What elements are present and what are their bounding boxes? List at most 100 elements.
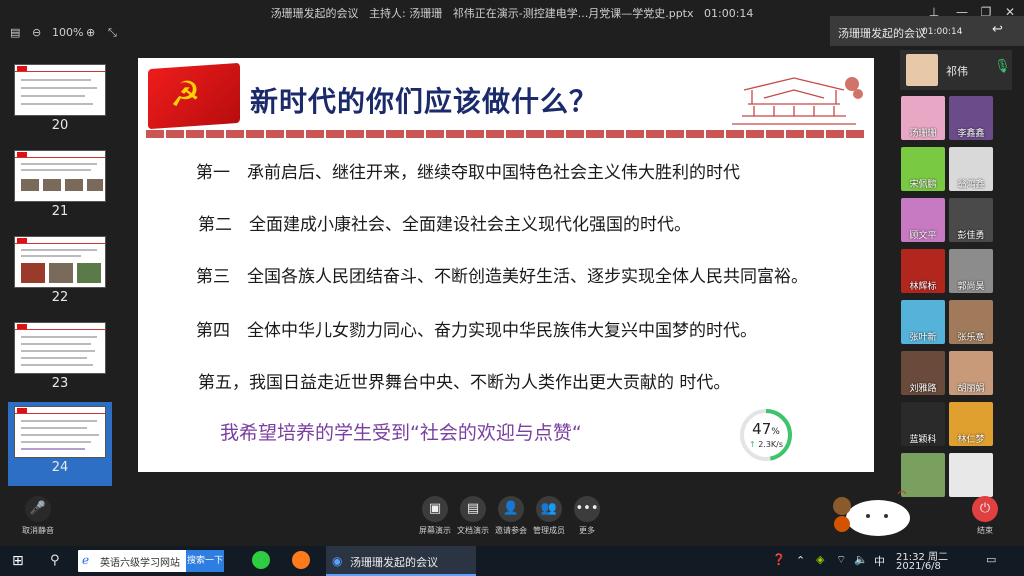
back-icon[interactable]: ↩ xyxy=(992,22,1003,37)
view-toolbar: ▤ ⊖ 100% ⊕ ⤡ xyxy=(0,24,130,44)
popup-time: 01:00:14 xyxy=(922,27,963,37)
search-icon[interactable]: ⚲ xyxy=(50,553,60,568)
decorative-border xyxy=(146,130,866,138)
thumbnail-number: 20 xyxy=(51,118,69,133)
members-icon: 👥 xyxy=(536,496,562,522)
more-icon: ••• xyxy=(574,496,600,522)
participant-tile[interactable]: 胡丽娟 xyxy=(949,351,993,395)
participant-tile[interactable]: 林辉标 xyxy=(901,249,945,293)
elapsed-time: 01:00:14 xyxy=(704,7,754,20)
participant-tile[interactable]: 李鑫鑫 xyxy=(949,96,993,140)
slide-thumbnail-22[interactable]: 22 xyxy=(8,232,112,316)
tray-app-icon[interactable]: ◈ xyxy=(816,553,824,566)
network-speed-gauge: 47% ↑ 2.3K/s xyxy=(738,407,794,463)
gauge-percent: 47% xyxy=(752,420,780,438)
ie-icon: ℯ xyxy=(82,553,90,567)
participant-name: 李鑫鑫 xyxy=(957,129,985,139)
party-flag-icon: ☭ xyxy=(148,62,240,130)
slide-thumbnail-21[interactable]: 21 xyxy=(8,146,112,230)
invite-icon: 👤 xyxy=(498,496,524,522)
windows-start-icon[interactable]: ⊞ xyxy=(12,553,24,569)
slide-line-2: 第二 全面建成小康社会、全面建设社会主义现代化强国的时代。 xyxy=(198,215,691,235)
sidebar-toggle-icon[interactable]: ▤ xyxy=(10,26,20,39)
avatar xyxy=(906,54,938,86)
thumbnail-image xyxy=(14,322,106,374)
participant-tile[interactable]: 刘雅路 xyxy=(901,351,945,395)
volume-icon[interactable]: 🔈 xyxy=(854,553,868,566)
slide-canvas: ☭ 新时代的你们应该做什么？ 第一 承前启后、继往开来，继续夺取中国特色社会主义… xyxy=(138,58,874,472)
mic-on-icon: 🎙 xyxy=(994,59,1011,74)
participant-name: 刘雅路 xyxy=(909,384,937,394)
clock-date[interactable]: 2021/6/8 xyxy=(896,561,941,572)
participant-tile[interactable]: 宋佩鹏 xyxy=(901,147,945,191)
participant-name: 彭佳勇 xyxy=(957,231,985,241)
participant-name: 张叶新 xyxy=(909,333,937,343)
slide-thumbnail-20[interactable]: 20 xyxy=(8,60,112,144)
participant-name: 翁鸿鑫 xyxy=(957,180,985,190)
host-name: 祁伟 xyxy=(946,65,968,78)
participant-name: 蓝颖科 xyxy=(909,435,937,445)
participant-avatar xyxy=(949,453,993,497)
participant-tile[interactable]: 张叶新 xyxy=(901,300,945,344)
unmute-button[interactable]: 🎤 取消静音 xyxy=(16,496,60,536)
slide-title: 新时代的你们应该做什么？ xyxy=(250,85,599,118)
thumbnail-number: 24 xyxy=(51,460,69,475)
popup-title: 汤珊珊发起的会议 xyxy=(838,27,926,40)
meeting-info-popup: 汤珊珊发起的会议 01:00:14 ↩ xyxy=(830,16,1024,46)
tiananmen-gate-icon xyxy=(732,77,863,125)
slide-line-3: 第三 全国各族人民团结奋斗、不断创造美好生活、逐步实现全体人民共同富裕。 xyxy=(196,267,808,287)
participant-tile[interactable]: 郭尚昊 xyxy=(949,249,993,293)
help-icon[interactable]: ❓ xyxy=(772,553,786,566)
doc-share-icon: ▤ xyxy=(460,496,486,522)
participant-name: 胡丽娟 xyxy=(957,384,985,394)
thumbnail-image xyxy=(14,150,106,202)
thumbnail-image xyxy=(14,406,106,458)
slide-thumbnail-24[interactable]: 24 xyxy=(8,402,112,486)
firefox-icon[interactable] xyxy=(292,551,310,569)
green-app-icon[interactable] xyxy=(252,551,270,569)
participant-name: 张乐意 xyxy=(957,333,985,343)
slide-line-4: 第四 全体中华儿女勠力同心、奋力实现中华民族伟大复兴中国梦的时代。 xyxy=(196,321,757,341)
thumbnail-image xyxy=(14,64,106,116)
participant-tile[interactable]: 蓝颖科 xyxy=(901,402,945,446)
search-button[interactable]: 搜索一下 xyxy=(186,550,224,572)
thumbnail-number: 22 xyxy=(51,290,69,305)
participant-tile[interactable]: 汤珊珊 xyxy=(901,96,945,140)
participant-tile[interactable]: 翁鸿鑫 xyxy=(949,147,993,191)
slide-thumbnail-23[interactable]: 23 xyxy=(8,318,112,402)
participant-tile[interactable] xyxy=(949,453,993,497)
participant-tile[interactable]: 彭佳勇 xyxy=(949,198,993,242)
slide-header: ☭ 新时代的你们应该做什么？ xyxy=(138,58,874,138)
participant-tile[interactable]: 张乐意 xyxy=(949,300,993,344)
more-button[interactable]: ••• 更多 xyxy=(565,496,609,536)
slide-line-1: 第一 承前启后、继往开来，继续夺取中国特色社会主义伟大胜利的时代 xyxy=(196,163,740,183)
power-icon: ⏻ xyxy=(972,496,998,522)
mascot-sticker xyxy=(828,480,918,538)
host-video-tile[interactable]: 祁伟 🎙 xyxy=(900,50,1012,90)
slide-line-5: 第五，我国日益走近世界舞台中央、不断为人类作出更大贡献的 时代。 xyxy=(198,373,731,393)
thumbnail-number: 23 xyxy=(51,376,69,391)
gauge-speed: ↑ 2.3K/s xyxy=(748,440,784,449)
thumbnail-image xyxy=(14,236,106,288)
screen-share-icon: ▣ xyxy=(422,496,448,522)
network-icon[interactable]: ⌔ xyxy=(836,553,846,567)
taskbar-meeting-app[interactable]: ◉ 汤珊珊发起的会议 xyxy=(326,546,476,576)
mic-muted-icon: 🎤 xyxy=(25,496,51,522)
zoom-out-icon[interactable]: ⊖ xyxy=(32,26,41,39)
participant-tile[interactable]: 林仁梦 xyxy=(949,402,993,446)
zoom-in-icon[interactable]: ⊕ xyxy=(86,26,95,39)
meeting-app-icon: ◉ xyxy=(332,554,343,568)
end-meeting-button[interactable]: ⏻ 结束 xyxy=(963,496,1007,536)
participant-name: 汤珊珊 xyxy=(909,129,937,139)
windows-taskbar: ⊞ ⚲ ℯ 英语六级学习网站 搜索一下 ◉ 汤珊珊发起的会议 ❓ ⌃ ◈ ⌔ 🔈… xyxy=(0,546,1024,576)
fit-icon[interactable]: ⤡ xyxy=(108,26,117,40)
zoom-level: 100% xyxy=(52,26,84,39)
ime-indicator[interactable]: 中 xyxy=(874,553,885,569)
ie-search-box[interactable]: ℯ 英语六级学习网站 搜索一下 xyxy=(78,550,224,572)
participant-name: 林辉标 xyxy=(909,282,937,292)
host-label: 主持人: 汤珊珊 xyxy=(369,7,443,20)
slide-hope-text: 我希望培养的学生受到“社会的欢迎与点赞“ xyxy=(220,422,582,444)
participant-tile[interactable]: 顾文平 xyxy=(901,198,945,242)
notification-icon[interactable]: ▭ xyxy=(986,553,996,566)
tray-chevron-icon[interactable]: ⌃ xyxy=(796,554,805,567)
